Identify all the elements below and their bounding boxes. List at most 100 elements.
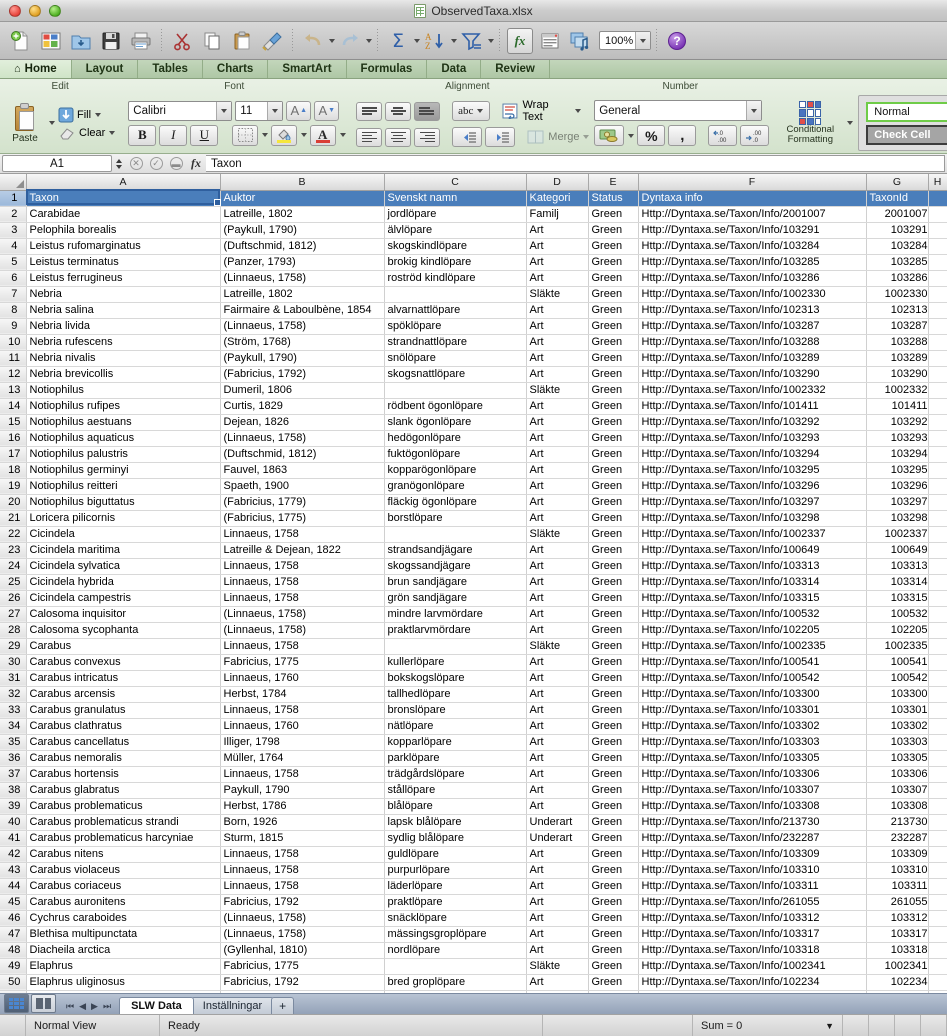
data-cell[interactable]: 103285 — [866, 254, 929, 271]
data-cell[interactable]: Linnaeus, 1758 — [220, 526, 385, 543]
zoom-dropdown-caret[interactable] — [635, 32, 650, 49]
data-cell[interactable] — [928, 270, 947, 287]
sum-dropdown-caret[interactable]: ▼ — [825, 1021, 834, 1031]
data-cell[interactable]: Http://Dyntaxa.se/Taxon/Info/103319 — [638, 990, 867, 993]
data-cell[interactable]: fläckig ögonlöpare — [384, 494, 527, 511]
data-cell[interactable] — [928, 846, 947, 863]
data-cell[interactable]: 103317 — [866, 926, 929, 943]
data-cell[interactable]: Art — [526, 574, 589, 591]
data-cell[interactable]: läderlöpare — [384, 878, 527, 895]
table-row[interactable]: 5 Leistus terminatus (Panzer, 1793) brokig … — [0, 254, 947, 271]
data-cell[interactable]: 103303 — [866, 734, 929, 751]
data-cell[interactable]: 100532 — [866, 606, 929, 623]
align-right-button[interactable] — [414, 127, 441, 147]
data-cell[interactable]: Art — [526, 990, 589, 993]
data-cell[interactable]: Green — [588, 990, 639, 993]
row-header[interactable]: 14 — [0, 398, 27, 415]
row-header[interactable]: 10 — [0, 334, 27, 351]
data-cell[interactable]: skogskindlöpare — [384, 238, 527, 255]
data-cell[interactable]: Http://Dyntaxa.se/Taxon/Info/103310 — [638, 862, 867, 879]
data-cell[interactable]: Green — [588, 462, 639, 479]
sort-az-icon[interactable]: AZ — [422, 28, 448, 54]
data-cell[interactable]: Http://Dyntaxa.se/Taxon/Info/232287 — [638, 830, 867, 847]
data-cell[interactable]: Släkte — [526, 958, 589, 975]
template-gallery-icon[interactable] — [38, 28, 64, 54]
decrease-decimal-button[interactable]: .0.00 — [708, 125, 738, 146]
data-cell[interactable]: bred groplöpare — [384, 974, 527, 991]
data-cell[interactable]: Loricera pilicornis — [26, 510, 221, 527]
data-cell[interactable]: snäcklöpare — [384, 910, 527, 927]
data-cell[interactable]: Carabus — [26, 638, 221, 655]
data-cell[interactable]: Green — [588, 414, 639, 431]
data-cell[interactable]: Http://Dyntaxa.se/Taxon/Info/103284 — [638, 238, 867, 255]
data-cell[interactable]: Http://Dyntaxa.se/Taxon/Info/103290 — [638, 366, 867, 383]
data-cell[interactable]: Art — [526, 430, 589, 447]
data-cell[interactable]: Carabus nemoralis — [26, 750, 221, 767]
column-header-g[interactable]: G — [866, 174, 929, 191]
data-cell[interactable] — [928, 958, 947, 975]
borders-dropdown-caret[interactable] — [262, 133, 269, 137]
data-cell[interactable]: Linnaeus, 1760 — [220, 718, 385, 735]
fx-icon[interactable]: fx — [507, 27, 533, 54]
row-header[interactable]: 39 — [0, 798, 27, 815]
row-header[interactable]: 24 — [0, 558, 27, 575]
table-row[interactable]: 8 Nebria salina Fairmaire & Laboulbène, 18… — [0, 302, 947, 319]
data-cell[interactable] — [928, 894, 947, 911]
data-cell[interactable]: Cicindela campestris — [26, 590, 221, 607]
data-cell[interactable] — [928, 446, 947, 463]
data-cell[interactable] — [928, 558, 947, 575]
data-cell[interactable]: Art — [526, 750, 589, 767]
data-cell[interactable]: Http://Dyntaxa.se/Taxon/Info/103318 — [638, 942, 867, 959]
data-cell[interactable]: 103313 — [866, 558, 929, 575]
table-row[interactable]: 6 Leistus ferrugineus (Linnaeus, 1758) rost… — [0, 270, 947, 287]
column-header-h[interactable]: H — [928, 174, 947, 191]
data-cell[interactable] — [928, 766, 947, 783]
table-row[interactable]: 51Elaphrus lapponicusGyllenhal, 1810käll… — [0, 990, 947, 993]
data-cell[interactable]: (Panzer, 1793) — [220, 254, 385, 271]
data-cell[interactable]: Art — [526, 766, 589, 783]
data-cell[interactable]: Carabus glabratus — [26, 782, 221, 799]
data-cell[interactable]: 103284 — [866, 238, 929, 255]
data-cell[interactable]: Green — [588, 542, 639, 559]
data-cell[interactable]: 2001007 — [866, 206, 929, 223]
table-row[interactable]: 7 Nebria Latreille, 1802 Släkte Green Http://… — [0, 286, 947, 303]
data-cell[interactable]: Carabus cancellatus — [26, 734, 221, 751]
data-cell[interactable]: Carabus granulatus — [26, 702, 221, 719]
data-cell[interactable]: 103312 — [866, 910, 929, 927]
data-cell[interactable]: älvlöpare — [384, 222, 527, 239]
comma-style-button[interactable]: , — [668, 125, 697, 146]
table-row[interactable]: 2 Carabidae Latreille, 1802 jordlöpare Famil… — [0, 206, 947, 223]
data-cell[interactable]: Green — [588, 622, 639, 639]
row-header[interactable]: 4 — [0, 238, 27, 255]
data-cell[interactable]: Art — [526, 974, 589, 991]
row-header[interactable]: 9 — [0, 318, 27, 335]
data-cell[interactable]: 100541 — [866, 654, 929, 671]
data-cell[interactable]: Green — [588, 718, 639, 735]
table-row[interactable]: 12 Nebria brevicollis (Fabricius, 1792) sko… — [0, 366, 947, 383]
data-cell[interactable]: (Fabricius, 1775) — [220, 510, 385, 527]
data-cell[interactable]: 100542 — [866, 670, 929, 687]
table-row[interactable]: 38 Carabus glabratus Paykull, 1790 stållöpa… — [0, 782, 947, 799]
data-cell[interactable]: Green — [588, 686, 639, 703]
row-header[interactable]: 42 — [0, 846, 27, 863]
orientation-button[interactable]: abc — [451, 101, 490, 121]
data-cell[interactable]: (Linnaeus, 1758) — [220, 318, 385, 335]
row-header[interactable]: 5 — [0, 254, 27, 271]
data-cell[interactable]: Http://Dyntaxa.se/Taxon/Info/1002337 — [638, 526, 867, 543]
row-header[interactable]: 28 — [0, 622, 27, 639]
data-cell[interactable]: Calosoma sycophanta — [26, 622, 221, 639]
sheet-nav-arrows[interactable]: ⏮ ◀ ▶ ⏭ — [60, 1001, 119, 1014]
data-cell[interactable]: Art — [526, 702, 589, 719]
data-cell[interactable]: Fabricius, 1792 — [220, 894, 385, 911]
fill-button[interactable]: Fill — [58, 107, 115, 123]
table-row[interactable]: 39 Carabus problematicus Herbst, 1786 blålö… — [0, 798, 947, 815]
data-cell[interactable]: Art — [526, 622, 589, 639]
data-cell[interactable]: Nebria — [26, 286, 221, 303]
data-cell[interactable]: Http://Dyntaxa.se/Taxon/Info/103314 — [638, 574, 867, 591]
data-cell[interactable]: Green — [588, 894, 639, 911]
undo-dropdown-caret[interactable] — [329, 38, 335, 43]
data-cell[interactable]: Art — [526, 510, 589, 527]
data-cell[interactable]: 103318 — [866, 942, 929, 959]
data-cell[interactable]: Art — [526, 862, 589, 879]
data-cell[interactable]: Carabus convexus — [26, 654, 221, 671]
